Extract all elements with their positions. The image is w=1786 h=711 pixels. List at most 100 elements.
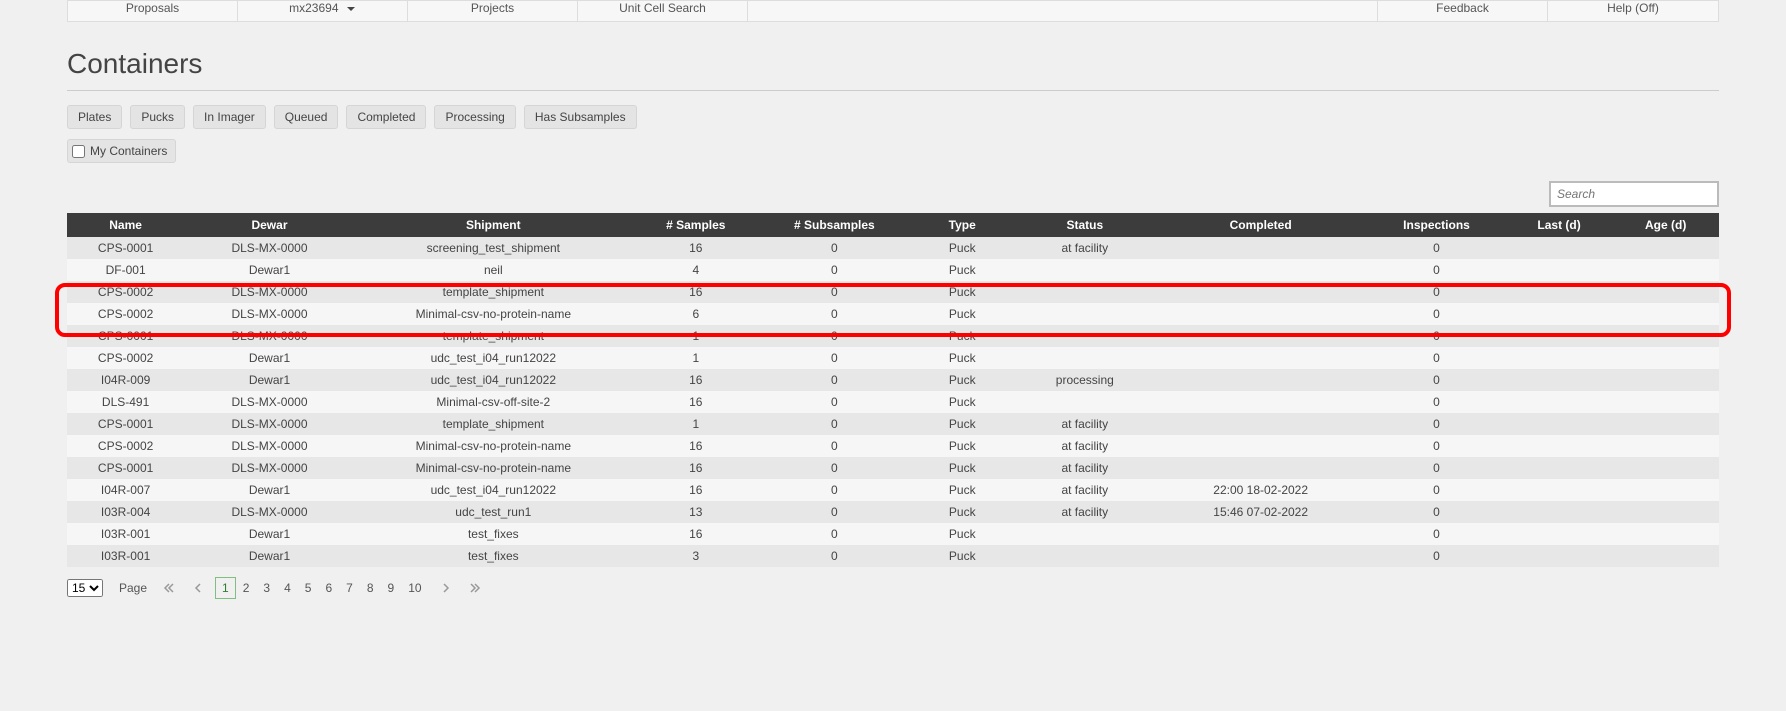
cell-completed	[1154, 545, 1367, 567]
table-row[interactable]: I03R-001Dewar1test_fixes30Puck0	[67, 545, 1719, 567]
page-9[interactable]: 9	[381, 577, 402, 599]
cell-last	[1506, 501, 1613, 523]
table-row[interactable]: I03R-004DLS-MX-0000udc_test_run1130Pucka…	[67, 501, 1719, 523]
cell-last	[1506, 457, 1613, 479]
cell-age	[1612, 303, 1719, 325]
page-3[interactable]: 3	[256, 577, 277, 599]
filter-pucks[interactable]: Pucks	[130, 105, 185, 129]
filter-processing[interactable]: Processing	[434, 105, 515, 129]
cell-status	[1016, 391, 1155, 413]
table-row[interactable]: CPS-0001DLS-MX-0000screening_test_shipme…	[67, 237, 1719, 259]
cell-dewar: DLS-MX-0000	[184, 325, 355, 347]
cell-inspections: 0	[1367, 435, 1506, 457]
nav-visit-dropdown[interactable]: mx23694	[238, 1, 408, 21]
cell-samples: 1	[632, 413, 760, 435]
table-row[interactable]: DLS-491DLS-MX-0000Minimal-csv-off-site-2…	[67, 391, 1719, 413]
cell-subsamples: 0	[760, 479, 909, 501]
cell-shipment: template_shipment	[355, 413, 632, 435]
cell-samples: 16	[632, 369, 760, 391]
nav-feedback[interactable]: Feedback	[1378, 1, 1548, 21]
table-row[interactable]: I03R-001Dewar1test_fixes160Puck0	[67, 523, 1719, 545]
page-10[interactable]: 10	[401, 577, 428, 599]
cell-completed: 22:00 18-02-2022	[1154, 479, 1367, 501]
page-1[interactable]: 1	[215, 577, 236, 599]
table-row[interactable]: CPS-0001DLS-MX-0000template_shipment10Pu…	[67, 413, 1719, 435]
page-8[interactable]: 8	[360, 577, 381, 599]
title-rule	[67, 90, 1719, 91]
nav-help[interactable]: Help (Off)	[1548, 1, 1718, 21]
col-inspections[interactable]: Inspections	[1367, 213, 1506, 237]
table-row[interactable]: I04R-007Dewar1udc_test_i04_run12022160Pu…	[67, 479, 1719, 501]
filter-inimager[interactable]: In Imager	[193, 105, 266, 129]
col-last[interactable]: Last (d)	[1506, 213, 1613, 237]
pager-next[interactable]	[435, 579, 457, 597]
cell-last	[1506, 413, 1613, 435]
filter-hassubsamples[interactable]: Has Subsamples	[524, 105, 637, 129]
cell-shipment: test_fixes	[355, 523, 632, 545]
table-row[interactable]: CPS-0002DLS-MX-0000template_shipment160P…	[67, 281, 1719, 303]
filter-completed[interactable]: Completed	[346, 105, 426, 129]
page-6[interactable]: 6	[318, 577, 339, 599]
cell-completed	[1154, 369, 1367, 391]
table-row[interactable]: CPS-0001DLS-MX-0000Minimal-csv-no-protei…	[67, 457, 1719, 479]
cell-shipment: udc_test_i04_run12022	[355, 347, 632, 369]
cell-inspections: 0	[1367, 347, 1506, 369]
search-input[interactable]	[1549, 181, 1719, 207]
col-completed[interactable]: Completed	[1154, 213, 1367, 237]
table-row[interactable]: DF-001Dewar1neil40Puck0	[67, 259, 1719, 281]
cell-dewar: DLS-MX-0000	[184, 281, 355, 303]
cell-shipment: Minimal-csv-off-site-2	[355, 391, 632, 413]
page-5[interactable]: 5	[298, 577, 319, 599]
table-header-row: Name Dewar Shipment # Samples # Subsampl…	[67, 213, 1719, 237]
cell-completed	[1154, 435, 1367, 457]
cell-name: DF-001	[67, 259, 184, 281]
cell-subsamples: 0	[760, 325, 909, 347]
col-status[interactable]: Status	[1016, 213, 1155, 237]
cell-completed: 15:46 07-02-2022	[1154, 501, 1367, 523]
cell-inspections: 0	[1367, 391, 1506, 413]
cell-dewar: DLS-MX-0000	[184, 435, 355, 457]
col-name[interactable]: Name	[67, 213, 184, 237]
cell-dewar: Dewar1	[184, 347, 355, 369]
col-dewar[interactable]: Dewar	[184, 213, 355, 237]
nav-unitcell[interactable]: Unit Cell Search	[578, 1, 748, 21]
filter-queued[interactable]: Queued	[274, 105, 339, 129]
cell-dewar: DLS-MX-0000	[184, 391, 355, 413]
cell-name: I03R-001	[67, 523, 184, 545]
cell-status: at facility	[1016, 413, 1155, 435]
col-samples[interactable]: # Samples	[632, 213, 760, 237]
nav-projects[interactable]: Projects	[408, 1, 578, 21]
pager-prev[interactable]	[187, 579, 209, 597]
cell-subsamples: 0	[760, 237, 909, 259]
page-4[interactable]: 4	[277, 577, 298, 599]
col-age[interactable]: Age (d)	[1612, 213, 1719, 237]
col-type[interactable]: Type	[909, 213, 1016, 237]
page-2[interactable]: 2	[236, 577, 257, 599]
pager-last[interactable]	[463, 579, 487, 597]
cell-subsamples: 0	[760, 545, 909, 567]
table-row[interactable]: CPS-0001DLS-MX-0000template_shipment10Pu…	[67, 325, 1719, 347]
filter-plates[interactable]: Plates	[67, 105, 122, 129]
my-containers-checkbox[interactable]	[72, 145, 85, 158]
col-subsamples[interactable]: # Subsamples	[760, 213, 909, 237]
table-row[interactable]: I04R-009Dewar1udc_test_i04_run12022160Pu…	[67, 369, 1719, 391]
cell-dewar: DLS-MX-0000	[184, 413, 355, 435]
table-row[interactable]: CPS-0002DLS-MX-0000Minimal-csv-no-protei…	[67, 435, 1719, 457]
cell-type: Puck	[909, 303, 1016, 325]
chevron-down-icon	[346, 1, 356, 15]
table-row[interactable]: CPS-0002Dewar1udc_test_i04_run1202210Puc…	[67, 347, 1719, 369]
pager-first[interactable]	[157, 579, 181, 597]
cell-samples: 1	[632, 325, 760, 347]
table-row[interactable]: CPS-0002DLS-MX-0000Minimal-csv-no-protei…	[67, 303, 1719, 325]
cell-shipment: Minimal-csv-no-protein-name	[355, 435, 632, 457]
page-7[interactable]: 7	[339, 577, 360, 599]
my-containers-toggle[interactable]: My Containers	[67, 139, 176, 163]
cell-type: Puck	[909, 523, 1016, 545]
cell-shipment: udc_test_i04_run12022	[355, 369, 632, 391]
pagesize-select[interactable]: 15	[67, 579, 103, 597]
cell-shipment: test_fixes	[355, 545, 632, 567]
cell-inspections: 0	[1367, 501, 1506, 523]
cell-samples: 1	[632, 347, 760, 369]
nav-proposals[interactable]: Proposals	[68, 1, 238, 21]
col-shipment[interactable]: Shipment	[355, 213, 632, 237]
